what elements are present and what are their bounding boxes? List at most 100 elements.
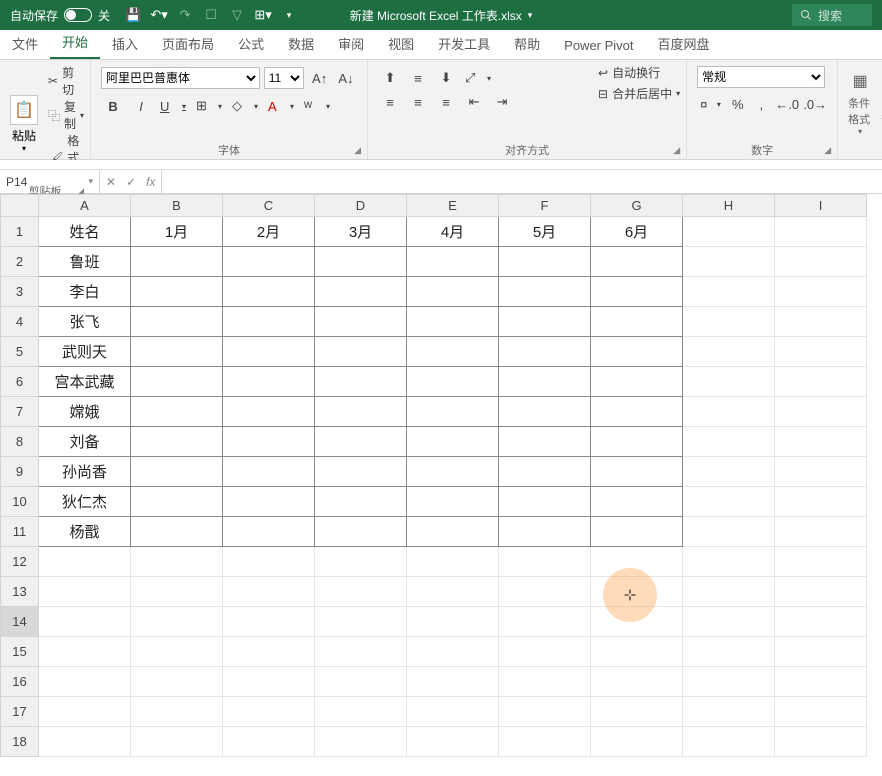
cell-F3[interactable] <box>499 277 591 307</box>
cell-F14[interactable] <box>499 607 591 637</box>
cell-B1[interactable]: 1月 <box>131 217 223 247</box>
cell-F9[interactable] <box>499 457 591 487</box>
cell-D4[interactable] <box>315 307 407 337</box>
cell-G17[interactable] <box>591 697 683 727</box>
title-dropdown-icon[interactable]: ▾ <box>528 10 533 21</box>
tab-file[interactable]: 文件 <box>0 28 50 59</box>
redo-icon[interactable]: ↷ <box>178 8 192 22</box>
row-header-10[interactable]: 10 <box>1 487 39 517</box>
row-header-6[interactable]: 6 <box>1 367 39 397</box>
cell-C11[interactable] <box>223 517 315 547</box>
accept-formula-icon[interactable]: ✓ <box>126 175 136 189</box>
cell-H4[interactable] <box>683 307 775 337</box>
col-header-G[interactable]: G <box>591 195 683 217</box>
cell-D8[interactable] <box>315 427 407 457</box>
cell-E15[interactable] <box>407 637 499 667</box>
undo-icon[interactable]: ↶▾ <box>152 8 166 22</box>
number-format-select[interactable]: 常规 <box>697 66 825 88</box>
font-size-select[interactable]: 11 <box>264 67 305 89</box>
cell-F15[interactable] <box>499 637 591 667</box>
cell-B16[interactable] <box>131 667 223 697</box>
cell-H1[interactable] <box>683 217 775 247</box>
cell-G10[interactable] <box>591 487 683 517</box>
cell-D3[interactable] <box>315 277 407 307</box>
cell-E5[interactable] <box>407 337 499 367</box>
cell-B3[interactable] <box>131 277 223 307</box>
align-center-button[interactable]: ≡ <box>406 90 430 114</box>
cell-C5[interactable] <box>223 337 315 367</box>
cell-E10[interactable] <box>407 487 499 517</box>
cell-F1[interactable]: 5月 <box>499 217 591 247</box>
cell-C14[interactable] <box>223 607 315 637</box>
cell-H5[interactable] <box>683 337 775 367</box>
indent-button[interactable]: ⇥ <box>490 90 514 114</box>
cell-B4[interactable] <box>131 307 223 337</box>
cell-C16[interactable] <box>223 667 315 697</box>
save-icon[interactable]: 💾 <box>126 8 140 22</box>
cell-B6[interactable] <box>131 367 223 397</box>
select-all-corner[interactable] <box>1 195 39 217</box>
cell-G3[interactable] <box>591 277 683 307</box>
cell-I7[interactable] <box>775 397 867 427</box>
col-header-I[interactable]: I <box>775 195 867 217</box>
orientation-button[interactable]: ⤢▾ <box>462 66 494 90</box>
cell-B17[interactable] <box>131 697 223 727</box>
cell-A9[interactable]: 孙尚香 <box>39 457 131 487</box>
tab-data[interactable]: 数据 <box>276 28 326 59</box>
tab-formulas[interactable]: 公式 <box>226 28 276 59</box>
cell-H2[interactable] <box>683 247 775 277</box>
formula-input[interactable] <box>162 170 882 193</box>
cell-G5[interactable] <box>591 337 683 367</box>
col-header-C[interactable]: C <box>223 195 315 217</box>
cell-G1[interactable]: 6月 <box>591 217 683 247</box>
cell-E2[interactable] <box>407 247 499 277</box>
row-header-17[interactable]: 17 <box>1 697 39 727</box>
row-header-14[interactable]: 14 <box>1 607 39 637</box>
cell-E18[interactable] <box>407 727 499 757</box>
align-middle-button[interactable]: ≡ <box>406 66 430 90</box>
tab-view[interactable]: 视图 <box>376 28 426 59</box>
cell-A18[interactable] <box>39 727 131 757</box>
search-box[interactable]: 搜索 <box>792 4 872 26</box>
tab-home[interactable]: 开始 <box>50 26 100 59</box>
cell-H7[interactable] <box>683 397 775 427</box>
cell-F18[interactable] <box>499 727 591 757</box>
col-header-E[interactable]: E <box>407 195 499 217</box>
cell-F10[interactable] <box>499 487 591 517</box>
cell-B5[interactable] <box>131 337 223 367</box>
cell-G18[interactable] <box>591 727 683 757</box>
percent-button[interactable]: % <box>728 92 748 116</box>
cell-H11[interactable] <box>683 517 775 547</box>
tab-layout[interactable]: 页面布局 <box>150 28 226 59</box>
tab-review[interactable]: 审阅 <box>326 28 376 59</box>
cell-E7[interactable] <box>407 397 499 427</box>
touch-icon[interactable]: ☐ <box>204 8 218 22</box>
cell-E16[interactable] <box>407 667 499 697</box>
cell-H15[interactable] <box>683 637 775 667</box>
cell-C3[interactable] <box>223 277 315 307</box>
align-top-button[interactable]: ⬆ <box>378 66 402 90</box>
cell-G13[interactable] <box>591 577 683 607</box>
cell-F6[interactable] <box>499 367 591 397</box>
tab-insert[interactable]: 插入 <box>100 28 150 59</box>
tab-baidu[interactable]: 百度网盘 <box>646 28 722 59</box>
cell-B7[interactable] <box>131 397 223 427</box>
cell-D10[interactable] <box>315 487 407 517</box>
row-header-5[interactable]: 5 <box>1 337 39 367</box>
cell-D1[interactable]: 3月 <box>315 217 407 247</box>
cell-D2[interactable] <box>315 247 407 277</box>
cell-E12[interactable] <box>407 547 499 577</box>
cell-B8[interactable] <box>131 427 223 457</box>
cell-E3[interactable] <box>407 277 499 307</box>
row-header-12[interactable]: 12 <box>1 547 39 577</box>
cell-E9[interactable] <box>407 457 499 487</box>
cell-I11[interactable] <box>775 517 867 547</box>
row-header-7[interactable]: 7 <box>1 397 39 427</box>
cell-I9[interactable] <box>775 457 867 487</box>
cell-F11[interactable] <box>499 517 591 547</box>
cell-I2[interactable] <box>775 247 867 277</box>
cell-H6[interactable] <box>683 367 775 397</box>
fx-icon[interactable]: fx <box>146 175 155 189</box>
filter-icon[interactable]: ▽ <box>230 8 244 22</box>
merge-center-button[interactable]: ⊟合并后居中▾ <box>598 85 680 102</box>
